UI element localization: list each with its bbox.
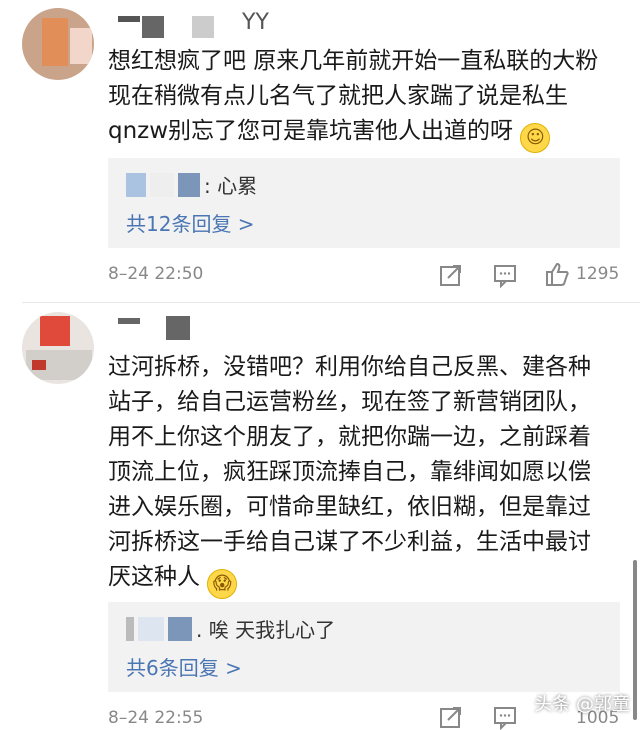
reply-username-mosaic [168, 617, 192, 641]
comment-line: 河拆桥这一手给自己谋了不少利益，生活中最讨 [108, 529, 591, 555]
comment-icon[interactable] [492, 262, 518, 288]
like-thumb-icon[interactable] [544, 261, 570, 287]
view-replies-link[interactable]: 共12条回复 > [126, 208, 255, 237]
comment-line: 进入娱乐圈，可惜命里缺红，依旧糊，但是靠过 [108, 494, 591, 520]
comment-timestamp: 8–24 22:55 [108, 708, 204, 728]
reply-preview-line[interactable]: : 心累 [126, 170, 257, 199]
comment-line: 过河拆桥，没错吧？利用你给自己反黑、建各种 [108, 354, 591, 380]
reply-preview-line[interactable]: . 唉 天我扎心了 [126, 614, 335, 643]
watermark: 头条 @郭童 [534, 694, 630, 715]
reply-username-mosaic [138, 617, 164, 641]
comment-line-with-emoji: 厌这种人 😱 [108, 560, 628, 599]
fearful-face-emoji-icon: 😱 [207, 569, 238, 599]
comment-text: 过河拆桥，没错吧？利用你给自己反黑、建各种 站子，给自己运营粉丝，现在签了新营销… [108, 350, 628, 599]
commenter-avatar[interactable] [22, 8, 94, 80]
reply-username-mosaic [126, 617, 134, 641]
reply-preview-text: : 心累 [204, 174, 258, 198]
commenter-avatar[interactable] [22, 312, 94, 384]
reply-username-mosaic [150, 173, 174, 197]
comment-line: 顶流上位，疯狂踩顶流捧自己，靠绯闻如愿以偿 [108, 459, 591, 485]
comment-line: 用不上你这个朋友了，就把你踹一边，之前踩着 [108, 424, 591, 450]
comment-line-with-emoji: qnzw别忘了您可是靠坑害他人出道的呀 ☺ [108, 114, 628, 153]
username-suffix[interactable]: YY [242, 10, 269, 35]
view-replies-link[interactable]: 共6条回复 > [126, 652, 242, 681]
reply-preview-box[interactable]: : 心累 共12条回复 > [108, 158, 620, 248]
like-count: 1295 [576, 264, 620, 284]
share-icon[interactable] [438, 262, 464, 288]
username-mosaic[interactable] [118, 16, 140, 22]
comment-timestamp: 8–24 22:50 [108, 264, 204, 284]
comment-divider [22, 302, 640, 303]
comment-line: qnzw别忘了您可是靠坑害他人出道的呀 [108, 118, 514, 144]
comment-line: 想红想疯了吧 原来几年前就开始一直私联的大粉 [108, 48, 599, 74]
comment-text: 想红想疯了吧 原来几年前就开始一直私联的大粉 现在稍微有点儿名气了就把人家踹了说… [108, 44, 628, 153]
slight-smile-emoji-icon: ☺ [520, 123, 551, 153]
avatar-mosaic-block [32, 360, 46, 370]
comment-line: 厌这种人 [108, 564, 200, 590]
comment-line: 现在稍微有点儿名气了就把人家踹了说是私生 [108, 83, 568, 109]
reply-preview-box[interactable]: . 唉 天我扎心了 共6条回复 > [108, 602, 620, 692]
reply-username-mosaic [178, 173, 200, 197]
avatar-mosaic-block [70, 28, 92, 64]
username-mosaic[interactable] [166, 316, 190, 340]
comment-icon[interactable] [492, 704, 518, 730]
reply-preview-text: . 唉 天我扎心了 [196, 618, 336, 642]
username-mosaic[interactable] [192, 16, 214, 38]
share-icon[interactable] [438, 704, 464, 730]
username-mosaic[interactable] [118, 318, 140, 324]
avatar-mosaic-block [40, 316, 70, 346]
scrollbar[interactable] [633, 560, 637, 720]
avatar-mosaic-block [42, 18, 68, 66]
reply-username-mosaic [126, 173, 146, 197]
comment-line: 站子，给自己运营粉丝，现在签了新营销团队， [108, 389, 591, 415]
username-mosaic[interactable] [142, 16, 164, 38]
